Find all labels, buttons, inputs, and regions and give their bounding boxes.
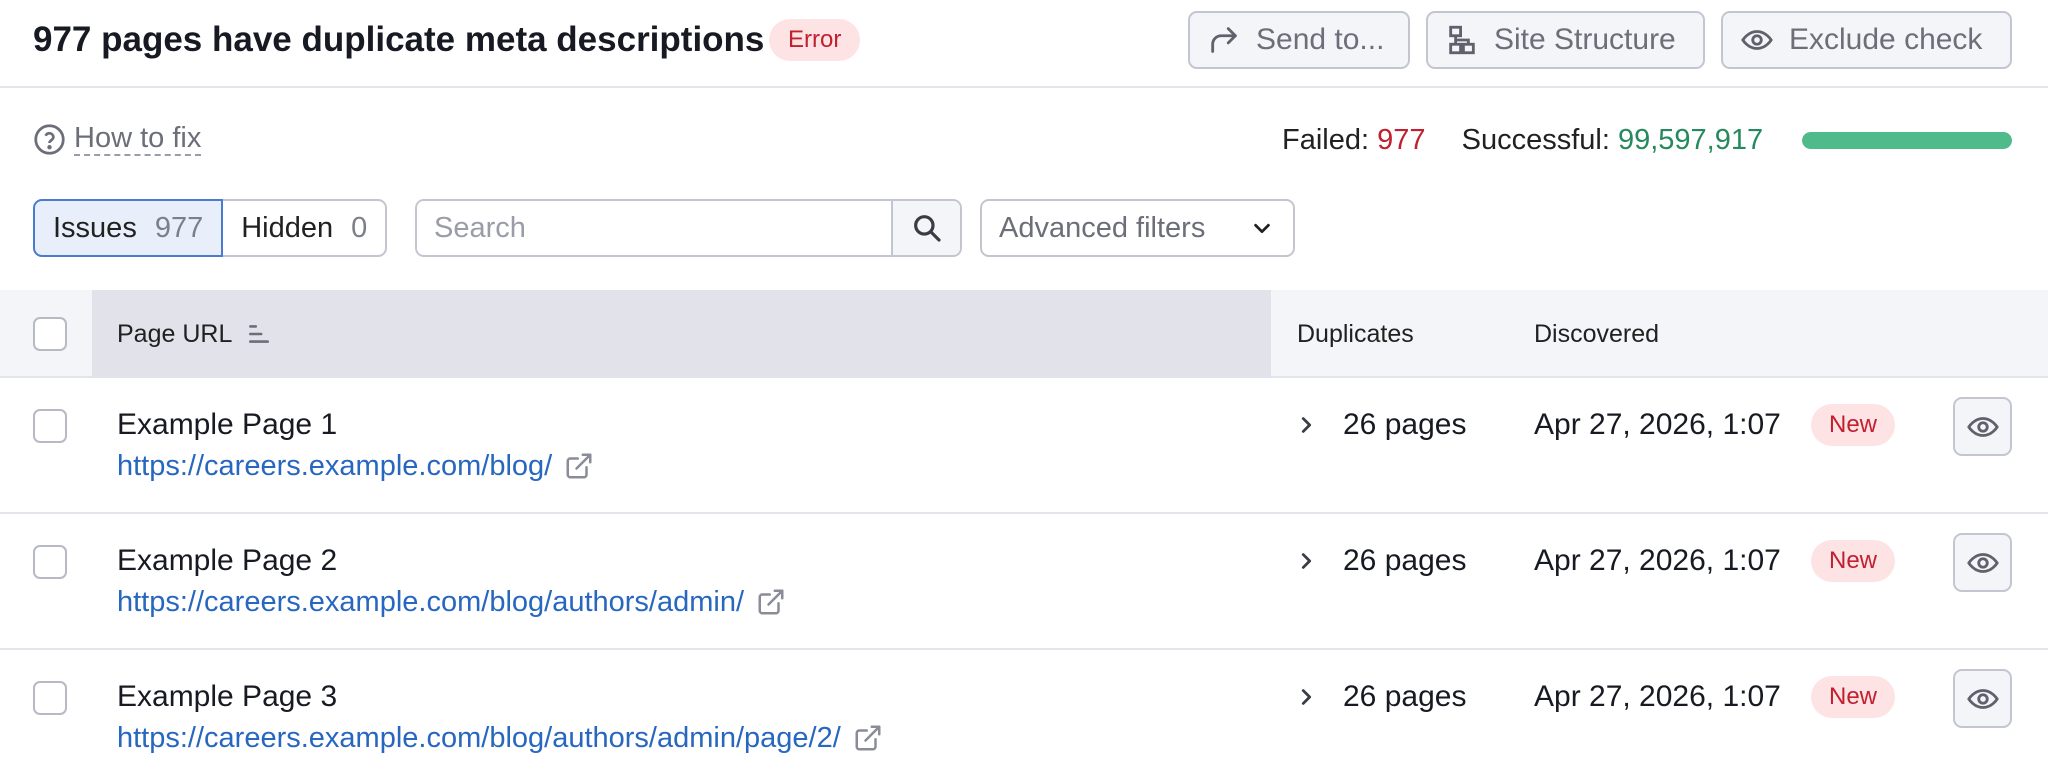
search-icon bbox=[913, 215, 941, 242]
page-name: Example Page 2 bbox=[117, 544, 338, 577]
duplicates-expander[interactable]: 26 pages bbox=[1295, 403, 1466, 447]
error-badge: Error bbox=[769, 19, 861, 61]
hide-row-button[interactable] bbox=[1953, 397, 2012, 456]
page-name: Example Page 3 bbox=[117, 680, 338, 713]
eye-icon bbox=[1739, 22, 1775, 58]
chevron-right-icon bbox=[1301, 417, 1312, 433]
new-badge: New bbox=[1811, 676, 1896, 718]
external-link-icon bbox=[566, 453, 592, 479]
duplicates-count: 26 pages bbox=[1343, 544, 1467, 577]
table-row: Example Page 2 https://careers.example.c… bbox=[0, 514, 2048, 650]
send-to-button[interactable]: Send to... bbox=[1188, 11, 1410, 69]
external-link-icon bbox=[855, 725, 881, 751]
eye-icon bbox=[1966, 688, 1999, 709]
duplicates-expander[interactable]: 26 pages bbox=[1295, 675, 1466, 719]
question-circle-icon bbox=[34, 123, 65, 155]
tab-issues[interactable]: Issues 977 bbox=[33, 199, 224, 257]
how-to-fix-link[interactable]: How to fix bbox=[33, 122, 202, 156]
advanced-filters-label: Advanced filters bbox=[999, 212, 1206, 244]
page-name: Example Page 1 bbox=[117, 408, 338, 441]
discovered-header: Discovered bbox=[1534, 320, 1660, 348]
search-box bbox=[415, 199, 962, 257]
sort-icon bbox=[249, 325, 270, 343]
exclude-check-label: Exclude check bbox=[1789, 23, 1983, 56]
search-button[interactable] bbox=[891, 201, 960, 255]
page-title: 977 pages have duplicate meta descriptio… bbox=[33, 20, 765, 59]
hide-row-button[interactable] bbox=[1953, 669, 2012, 728]
hide-row-button[interactable] bbox=[1953, 533, 2012, 592]
external-link-icon bbox=[758, 589, 784, 615]
tab-issues-label: Issues bbox=[53, 212, 137, 244]
page-url-text: https://careers.example.com/blog/ bbox=[117, 450, 553, 482]
failed-count: 977 bbox=[1377, 124, 1426, 156]
successful-count: 99,597,917 bbox=[1617, 124, 1764, 156]
page-url-link[interactable]: https://careers.example.com/blog/authors… bbox=[117, 584, 786, 620]
page-url-text: https://careers.example.com/blog/authors… bbox=[117, 722, 841, 754]
eye-icon bbox=[1966, 416, 1999, 437]
select-all-checkbox[interactable] bbox=[33, 317, 67, 351]
duplicates-header: Duplicates bbox=[1297, 320, 1414, 348]
table-header: Page URL Duplicates Discovered bbox=[0, 290, 2048, 378]
chevron-right-icon bbox=[1301, 553, 1312, 569]
send-to-label: Send to... bbox=[1256, 23, 1385, 56]
exclude-check-button[interactable]: Exclude check bbox=[1721, 11, 2012, 69]
discovered-date: Apr 27, 2026, 1:07 bbox=[1534, 680, 1781, 713]
duplicates-count: 26 pages bbox=[1343, 408, 1467, 441]
page-url-header-label: Page URL bbox=[117, 320, 233, 348]
page-url-link[interactable]: https://careers.example.com/blog/ bbox=[117, 448, 594, 484]
tab-hidden[interactable]: Hidden 0 bbox=[223, 199, 388, 257]
chevron-right-icon bbox=[1301, 689, 1312, 705]
failed-label: Failed: bbox=[1282, 124, 1370, 156]
share-arrow-icon bbox=[1206, 22, 1242, 58]
discovered-date: Apr 27, 2026, 1:07 bbox=[1534, 544, 1781, 577]
tab-issues-count: 977 bbox=[154, 212, 204, 244]
discovered-date: Apr 27, 2026, 1:07 bbox=[1534, 408, 1781, 441]
table-row: Example Page 1 https://careers.example.c… bbox=[0, 378, 2048, 514]
page-url-header[interactable]: Page URL bbox=[117, 290, 272, 378]
tab-hidden-count: 0 bbox=[351, 212, 368, 244]
row-checkbox[interactable] bbox=[33, 545, 67, 579]
issue-header: 977 pages have duplicate meta descriptio… bbox=[0, 0, 2048, 88]
row-checkbox[interactable] bbox=[33, 681, 67, 715]
site-structure-label: Site Structure bbox=[1494, 23, 1676, 56]
check-stats: Failed: 977 Successful: 99,597,917 bbox=[1282, 123, 1763, 157]
success-progress-fill bbox=[1802, 132, 2012, 149]
duplicates-count: 26 pages bbox=[1343, 680, 1467, 713]
success-progress-bar bbox=[1802, 132, 2012, 149]
successful-label: Successful: bbox=[1461, 124, 1610, 156]
row-checkbox[interactable] bbox=[33, 409, 67, 443]
issues-hidden-toggle: Issues 977 Hidden 0 bbox=[33, 199, 388, 257]
chevron-down-icon bbox=[1254, 223, 1270, 234]
page-url-text: https://careers.example.com/blog/authors… bbox=[117, 586, 745, 618]
duplicates-expander[interactable]: 26 pages bbox=[1295, 539, 1466, 583]
new-badge: New bbox=[1811, 404, 1896, 446]
table-row: Example Page 3 https://careers.example.c… bbox=[0, 650, 2048, 781]
search-input[interactable] bbox=[417, 201, 891, 255]
how-to-fix-label: How to fix bbox=[74, 122, 202, 156]
site-structure-icon bbox=[1444, 22, 1480, 58]
advanced-filters-dropdown[interactable]: Advanced filters bbox=[980, 199, 1295, 257]
site-structure-button[interactable]: Site Structure bbox=[1426, 11, 1705, 69]
tab-hidden-label: Hidden bbox=[241, 212, 334, 244]
new-badge: New bbox=[1811, 540, 1896, 582]
eye-icon bbox=[1966, 552, 1999, 573]
page-url-link[interactable]: https://careers.example.com/blog/authors… bbox=[117, 720, 883, 756]
